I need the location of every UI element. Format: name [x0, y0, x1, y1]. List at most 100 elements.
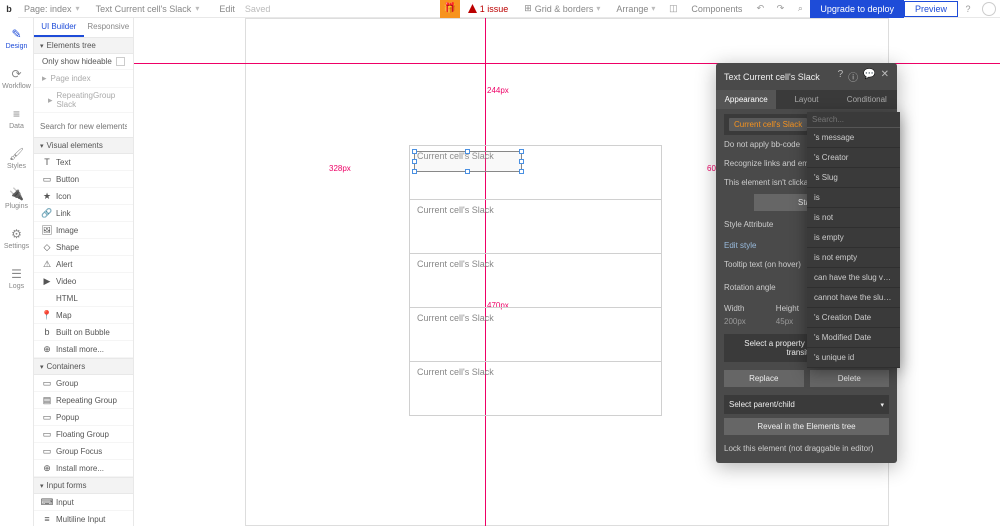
nav-logs[interactable]: ☰Logs: [0, 258, 33, 298]
nav-design[interactable]: ✎Design: [0, 18, 33, 58]
palette-link[interactable]: 🔗Link: [34, 205, 133, 222]
repeating-group[interactable]: Current cell's SlackCurrent cell's Slack…: [409, 145, 662, 416]
dd-item[interactable]: is empty: [807, 228, 900, 248]
palette-group-focus[interactable]: ▭Group Focus: [34, 443, 133, 460]
nav-workflow[interactable]: ⟳Workflow: [0, 58, 33, 98]
palette-install-more-[interactable]: ⊕Install more...: [34, 341, 133, 358]
dropdown-search[interactable]: [807, 112, 900, 128]
palette-shape[interactable]: ◇Shape: [34, 239, 133, 256]
palette-icon[interactable]: ★Icon: [34, 188, 133, 205]
tab-appearance[interactable]: Appearance: [716, 90, 776, 109]
inspector-title-bar[interactable]: Text Current cell's Slack ? ⓘ 💬 ✕: [716, 63, 897, 90]
element-search[interactable]: [34, 113, 133, 137]
tree-repeating-group[interactable]: ▸RepeatingGroup Slack: [34, 88, 133, 113]
dd-item[interactable]: is: [807, 188, 900, 208]
palette-button[interactable]: ▭Button: [34, 171, 133, 188]
nav-styles[interactable]: 🖌Styles: [0, 138, 33, 178]
dropdown-search-input[interactable]: [812, 115, 895, 124]
palette-multiline-input[interactable]: ≡Multiline Input: [34, 511, 133, 526]
dd-item[interactable]: is not: [807, 208, 900, 228]
palette-input[interactable]: ⌨Input: [34, 494, 133, 511]
palette-install-more-[interactable]: ⊕Install more...: [34, 460, 133, 477]
palette-built-on-bubble[interactable]: bBuilt on Bubble: [34, 324, 133, 341]
select-parent-button[interactable]: Select parent/child▾: [724, 395, 889, 414]
undo-icon[interactable]: ↶: [750, 0, 770, 18]
element-breadcrumb[interactable]: Text Current cell's Slack▾: [86, 4, 210, 14]
palette-alert[interactable]: ⚠Alert: [34, 256, 133, 273]
edit-style-link[interactable]: Edit style: [724, 241, 756, 250]
dd-item[interactable]: 's unique id: [807, 348, 900, 368]
palette-map[interactable]: 📍Map: [34, 307, 133, 324]
issue-badge[interactable]: 1 issue: [460, 4, 517, 14]
page-selector[interactable]: Page: index▾: [18, 4, 86, 14]
tree-page-index[interactable]: ▸Page index: [34, 70, 133, 88]
tab-responsive[interactable]: Responsive: [84, 18, 134, 37]
expression-chip[interactable]: Current cell's Slack: [729, 118, 807, 131]
help-icon[interactable]: ?: [958, 0, 978, 18]
palette-image[interactable]: 🖼Image: [34, 222, 133, 239]
dd-item[interactable]: can have the slug value: [807, 268, 900, 288]
dd-item[interactable]: 's message: [807, 128, 900, 148]
palette-video[interactable]: ▶Video: [34, 273, 133, 290]
only-show-hideable[interactable]: Only show hideable: [34, 54, 133, 70]
gift-icon[interactable]: 🎁: [440, 0, 460, 18]
nav-settings[interactable]: ⚙Settings: [0, 218, 33, 258]
dd-item[interactable]: 's Creation Date: [807, 308, 900, 328]
edit-label: Edit: [209, 4, 245, 14]
inspector-title: Text Current cell's Slack: [724, 72, 820, 82]
reveal-button[interactable]: Reveal in the Elements tree: [724, 418, 889, 435]
tab-layout[interactable]: Layout: [776, 90, 836, 109]
grid-toggle[interactable]: ⊞Grid & borders▾: [516, 3, 608, 14]
topbar: b Page: index▾ Text Current cell's Slack…: [0, 0, 1000, 18]
element-panel: UI Builder Responsive ▾Elements tree Onl…: [34, 18, 134, 526]
comment-icon[interactable]: 💬: [863, 69, 875, 84]
components-icon[interactable]: ◫: [663, 0, 683, 18]
leftnav: ✎Design⟳Workflow≡Data🖌Styles🔌Plugins⚙Set…: [0, 18, 34, 526]
deploy-button[interactable]: Upgrade to deploy: [810, 0, 904, 18]
lock-element-row[interactable]: Lock this element (not draggable in edit…: [724, 439, 889, 458]
palette-popup[interactable]: ▭Popup: [34, 409, 133, 426]
nav-plugins[interactable]: 🔌Plugins: [0, 178, 33, 218]
palette-html[interactable]: HTML: [34, 290, 133, 307]
preview-button[interactable]: Preview: [904, 1, 958, 17]
input-forms-header[interactable]: ▾Input forms: [34, 477, 133, 494]
rg-cell[interactable]: Current cell's Slack: [409, 307, 662, 362]
elements-tree-header[interactable]: ▾Elements tree: [34, 37, 133, 54]
element-search-input[interactable]: [40, 122, 127, 131]
dd-item[interactable]: cannot have the slug value: [807, 288, 900, 308]
search-icon[interactable]: ⌕: [790, 0, 810, 18]
redo-icon[interactable]: ↷: [770, 0, 790, 18]
saved-label: Saved: [245, 4, 271, 14]
containers-list: ▭Group▤Repeating Group▭Popup▭Floating Gr…: [34, 375, 133, 477]
tab-ui-builder[interactable]: UI Builder: [34, 18, 84, 37]
dd-item[interactable]: is not empty: [807, 248, 900, 268]
info-icon[interactable]: ⓘ: [848, 69, 858, 84]
replace-button[interactable]: Replace: [724, 370, 804, 387]
arrange-menu[interactable]: Arrange▾: [608, 4, 663, 14]
input-forms-list: ⌨Input≡Multiline Input☑Checkbox▾Dropdown…: [34, 494, 133, 526]
components-button[interactable]: Components: [683, 4, 750, 14]
rg-cell[interactable]: Current cell's Slack: [409, 253, 662, 308]
palette-floating-group[interactable]: ▭Floating Group: [34, 426, 133, 443]
containers-header[interactable]: ▾Containers: [34, 358, 133, 375]
delete-button[interactable]: Delete: [810, 370, 890, 387]
dd-item[interactable]: 's Modified Date: [807, 328, 900, 348]
visual-elements-list: TText▭Button★Icon🔗Link🖼Image◇Shape⚠Alert…: [34, 154, 133, 358]
visual-elements-header[interactable]: ▾Visual elements: [34, 137, 133, 154]
dd-item[interactable]: 's Creator: [807, 148, 900, 168]
help-icon[interactable]: ?: [838, 69, 844, 84]
dim-label-left: 328px: [329, 164, 351, 173]
expression-dropdown[interactable]: 's message's Creator's Slugisis notis em…: [807, 112, 900, 368]
palette-group[interactable]: ▭Group: [34, 375, 133, 392]
logo-icon[interactable]: b: [0, 0, 18, 18]
avatar[interactable]: [982, 2, 996, 16]
palette-text[interactable]: TText: [34, 154, 133, 171]
dd-item[interactable]: 's Slug: [807, 168, 900, 188]
nav-data[interactable]: ≡Data: [0, 98, 33, 138]
rg-cell[interactable]: Current cell's Slack: [409, 145, 662, 200]
close-icon[interactable]: ✕: [881, 69, 889, 84]
rg-cell[interactable]: Current cell's Slack: [409, 361, 662, 416]
tab-conditional[interactable]: Conditional: [837, 90, 897, 109]
rg-cell[interactable]: Current cell's Slack: [409, 199, 662, 254]
palette-repeating-group[interactable]: ▤Repeating Group: [34, 392, 133, 409]
